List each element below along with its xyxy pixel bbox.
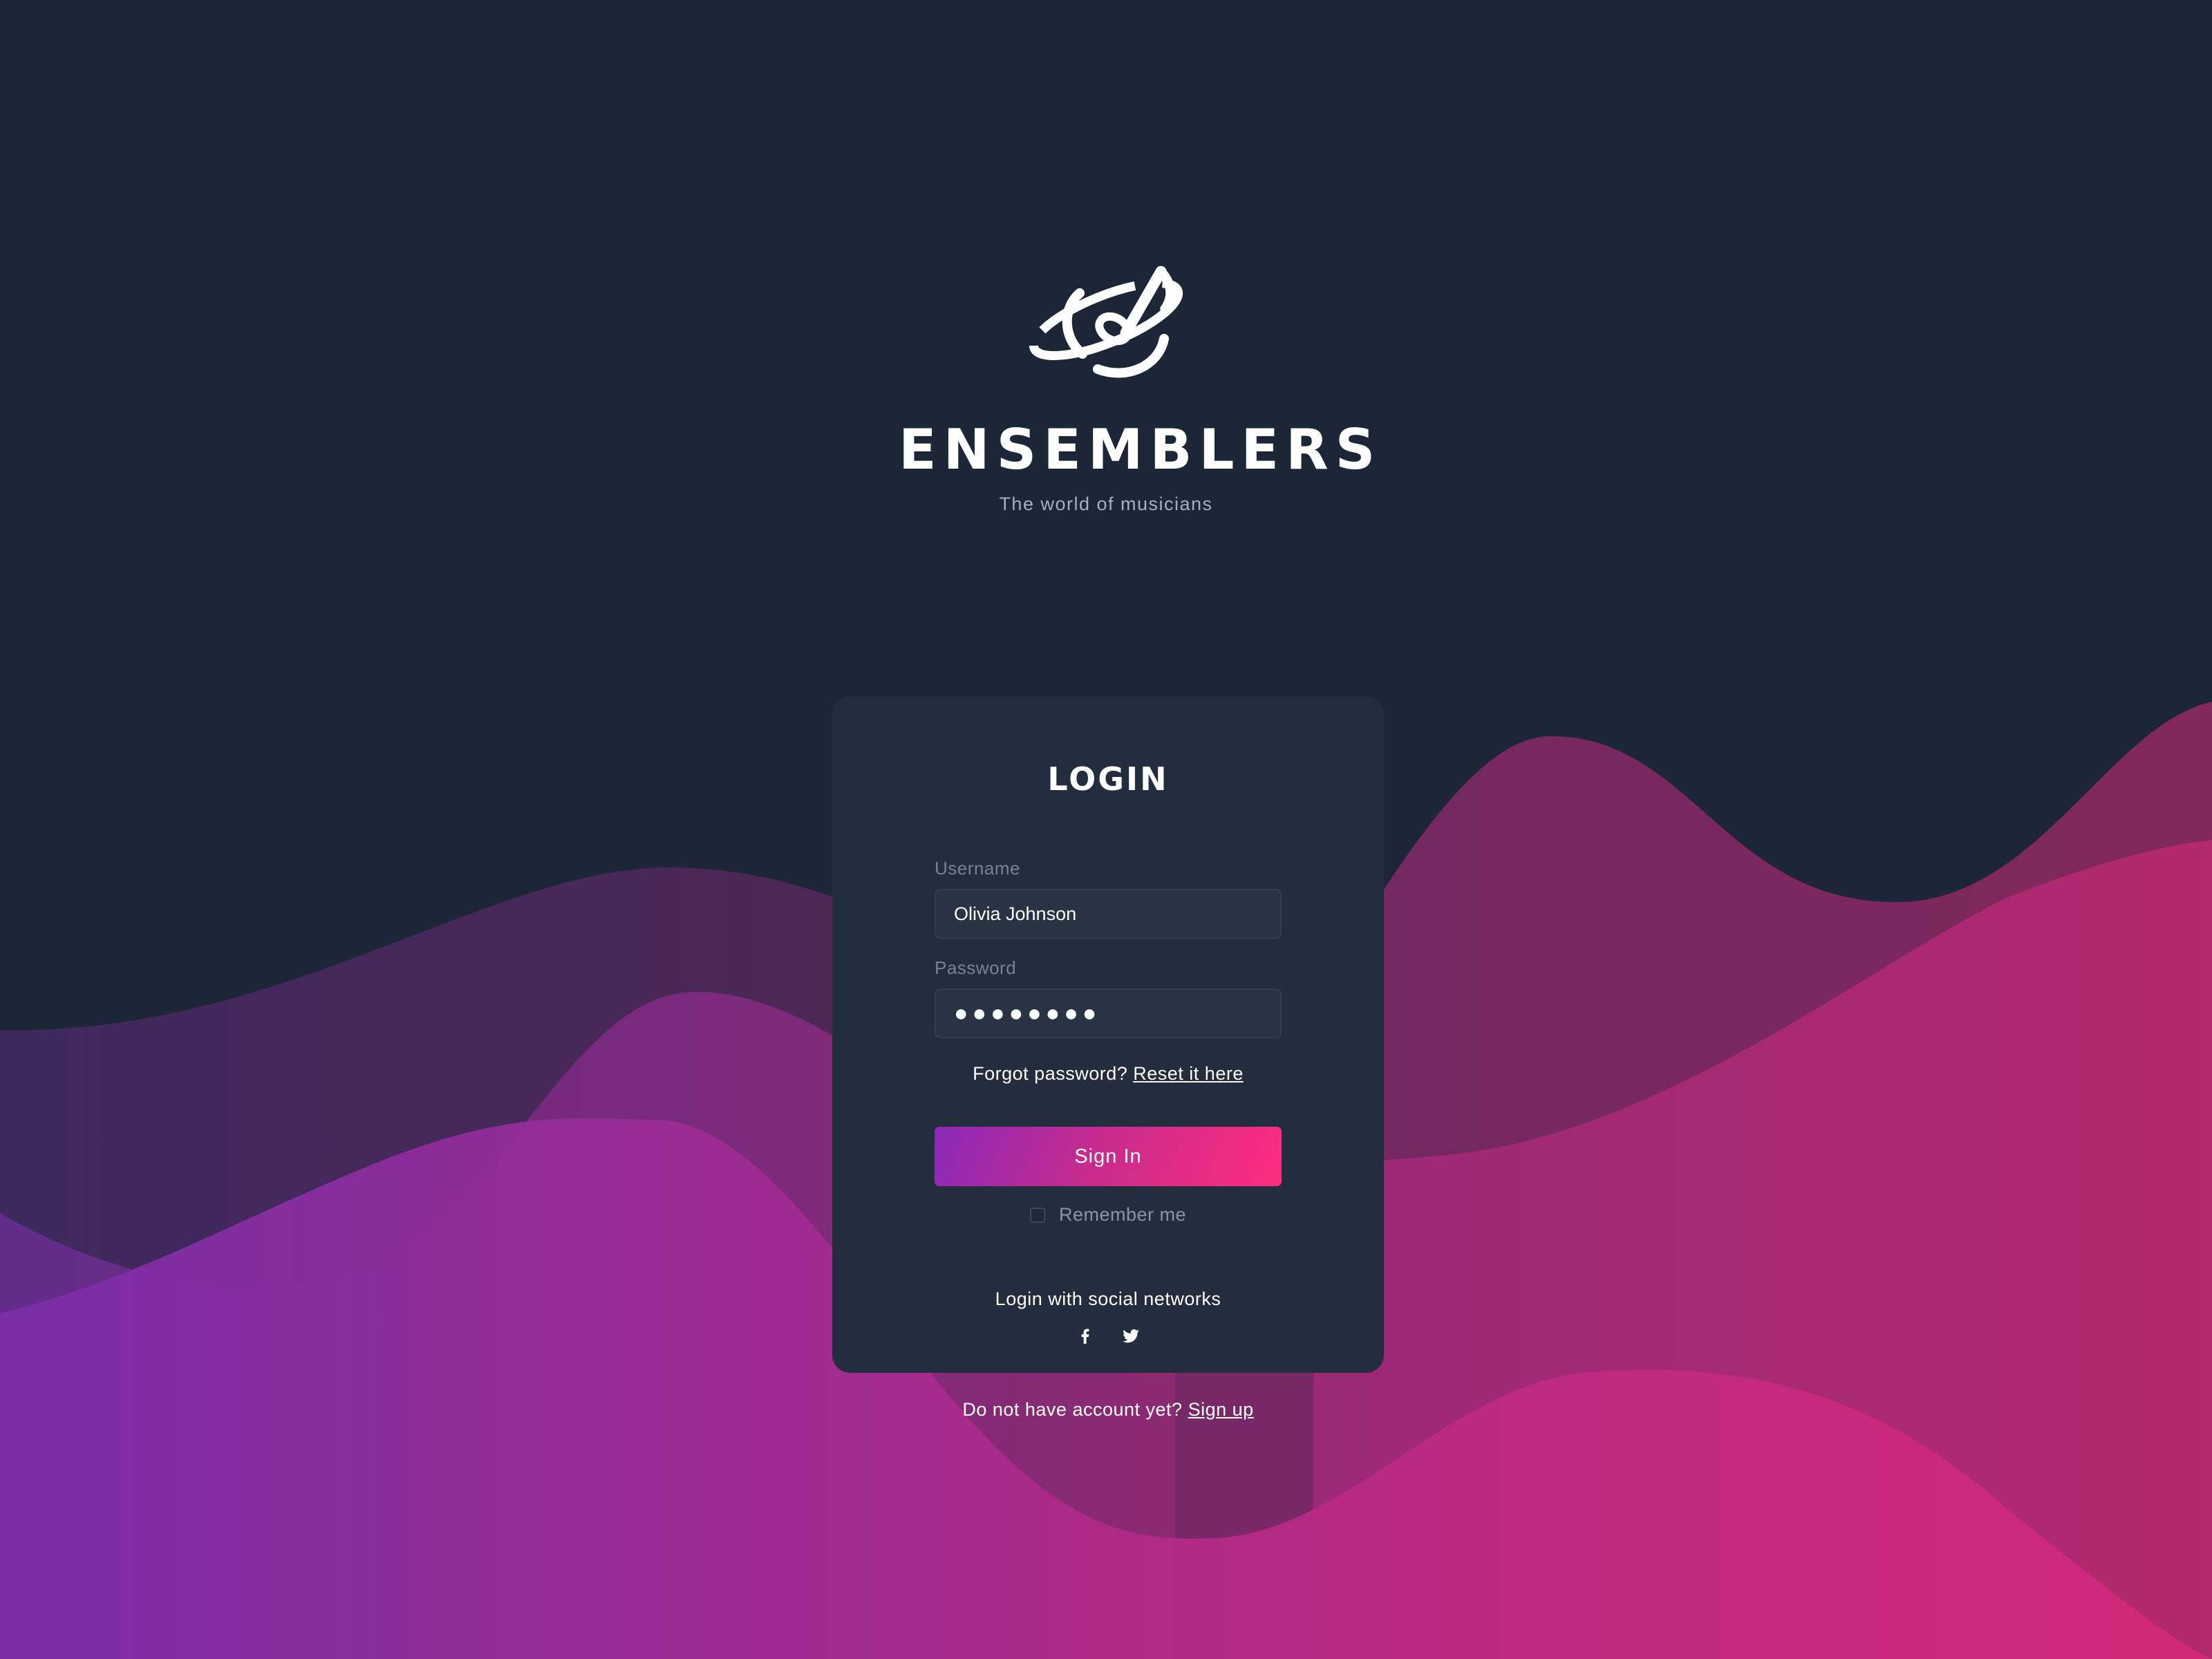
social-login-title: Login with social networks xyxy=(995,1288,1221,1309)
remember-me-checkbox[interactable] xyxy=(1029,1207,1045,1223)
brand-name: ENSEMBLERS xyxy=(899,418,1382,482)
remember-me-label[interactable]: Remember me xyxy=(1059,1204,1186,1226)
signup-row: Do not have account yet? Sign up xyxy=(830,1399,1387,1421)
password-input[interactable] xyxy=(935,988,1282,1038)
username-label: Username xyxy=(935,858,1020,879)
forgot-password-text: Forgot password? xyxy=(973,1063,1128,1084)
forgot-password-row: Forgot password? Reset it here xyxy=(832,1063,1384,1085)
facebook-icon[interactable] xyxy=(1076,1327,1094,1345)
password-label: Password xyxy=(935,957,1017,978)
username-input[interactable] xyxy=(935,889,1282,939)
brand-tagline: The world of musicians xyxy=(999,494,1213,514)
twitter-icon[interactable] xyxy=(1122,1327,1140,1345)
social-login-icons xyxy=(832,1327,1384,1345)
sign-in-button[interactable]: Sign In xyxy=(935,1127,1282,1186)
remember-me-row[interactable]: Remember me xyxy=(832,1204,1384,1226)
signup-prompt: Do not have account yet? xyxy=(962,1399,1183,1420)
reset-password-link[interactable]: Reset it here xyxy=(1133,1063,1244,1084)
login-card: LOGIN Username Password Forgot password?… xyxy=(832,697,1384,1373)
login-title: LOGIN xyxy=(1047,760,1169,798)
brand-header: ENSEMBLERS The world of musicians xyxy=(899,242,1382,515)
signup-link[interactable]: Sign up xyxy=(1188,1399,1254,1420)
music-note-planet-icon xyxy=(1029,265,1183,378)
